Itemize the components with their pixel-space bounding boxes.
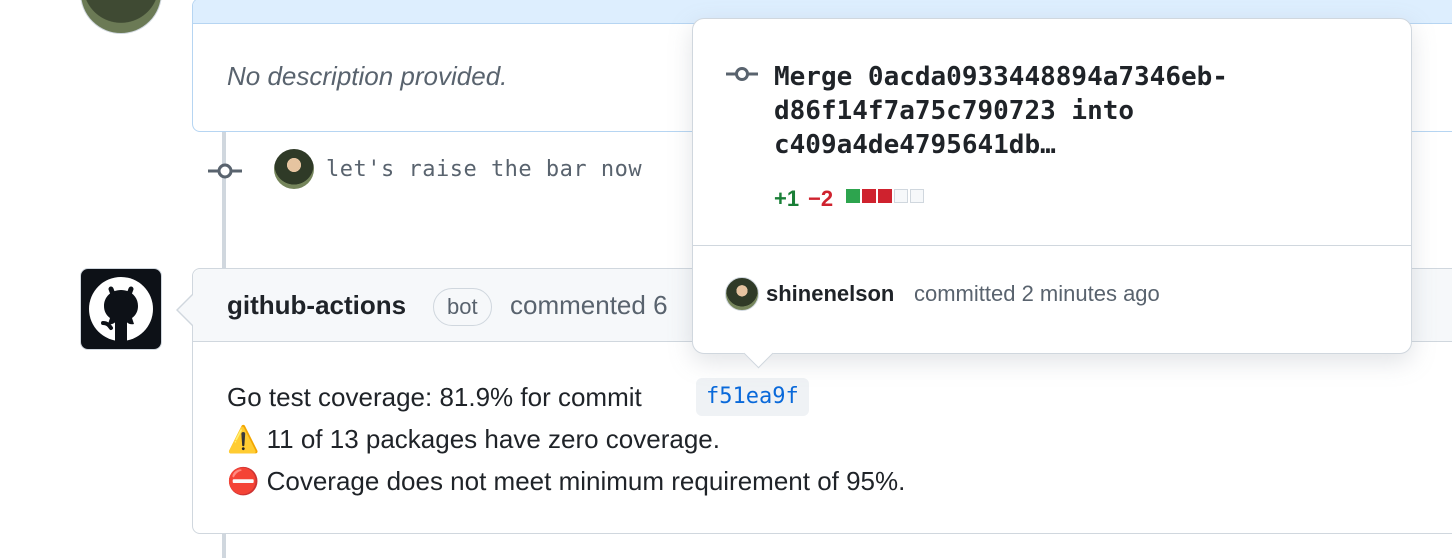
- commit-time-text: committed 2 minutes ago: [914, 281, 1160, 306]
- github-actions-avatar[interactable]: [80, 268, 162, 350]
- committer-avatar[interactable]: [725, 277, 759, 311]
- hovercard-title-line: d86f14f7a75c790723 into: [774, 96, 1135, 126]
- git-commit-icon: [208, 163, 242, 179]
- warning-icon: ⚠️: [227, 424, 260, 454]
- hovercard-title-line: Merge 0acda0933448894a7346eb-: [774, 62, 1228, 92]
- hovercard-title-line: c409a4de4795641db…: [774, 130, 1056, 160]
- diffstat-block-add: [846, 189, 860, 203]
- error-text: Coverage does not meet minimum requireme…: [266, 466, 906, 496]
- diffstat-block-neutral: [894, 189, 908, 203]
- deletions-count: −2: [808, 186, 834, 211]
- no-entry-icon: ⛔: [227, 466, 260, 496]
- git-commit-icon: [726, 67, 758, 81]
- commit-sha-link[interactable]: f51ea9f: [696, 378, 809, 416]
- hovercard-commit-title[interactable]: Merge 0acda0933448894a7346eb- d86f14f7a7…: [774, 60, 1334, 162]
- warning-text: 11 of 13 packages have zero coverage.: [266, 424, 720, 454]
- bot-badge: bot: [433, 288, 492, 326]
- github-mark-icon: [89, 277, 153, 341]
- error-line: ⛔ Coverage does not meet minimum require…: [227, 466, 905, 497]
- commit-message-link[interactable]: let's raise the bar now: [326, 157, 642, 182]
- additions-count: +1: [774, 186, 800, 211]
- committer-username-link[interactable]: shinenelson: [766, 281, 894, 307]
- comment-timestamp[interactable]: commented 6: [510, 290, 668, 321]
- warning-line: ⚠️ 11 of 13 packages have zero coverage.: [227, 424, 720, 455]
- hovercard-divider: [693, 245, 1411, 246]
- comment-pointer-fill: [178, 295, 193, 325]
- diffstat-block-neutral: [910, 189, 924, 203]
- pr-description-text: No description provided.: [227, 61, 508, 91]
- comment-author-link[interactable]: github-actions: [227, 290, 406, 321]
- pr-author-avatar[interactable]: [80, 0, 162, 34]
- coverage-summary-text: Go test coverage: 81.9% for commit: [227, 382, 642, 412]
- commit-author-avatar[interactable]: [274, 149, 314, 189]
- diffstat-block-del: [862, 189, 876, 203]
- diffstat-block-del: [878, 189, 892, 203]
- diffstat-bar: [846, 189, 924, 203]
